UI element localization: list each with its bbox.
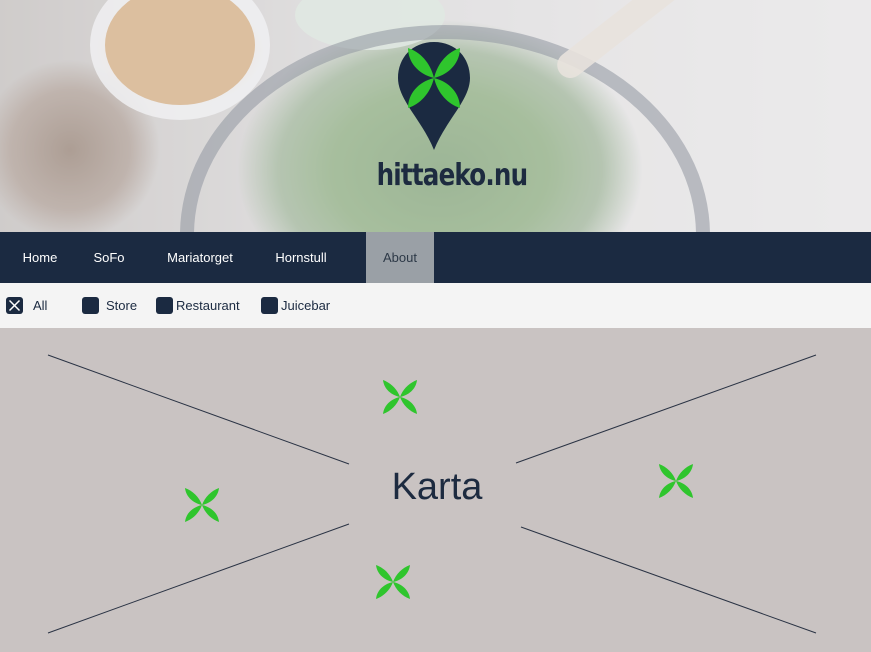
filter-all[interactable]: All bbox=[6, 296, 47, 315]
logo-pin-icon bbox=[398, 42, 470, 150]
nav-item-about[interactable]: About bbox=[366, 232, 434, 283]
nav-item-mariatorget[interactable]: Mariatorget bbox=[158, 232, 242, 283]
filter-bar: All Store Restaurant Juicebar bbox=[0, 283, 871, 328]
leaf-marker-icon[interactable] bbox=[657, 462, 695, 500]
filter-label-store: Store bbox=[106, 298, 138, 313]
leaf-marker-icon[interactable] bbox=[183, 486, 221, 524]
filter-store[interactable]: Store bbox=[82, 296, 137, 315]
filter-label-restaurant: Restaurant bbox=[176, 298, 240, 313]
nav-item-hornstull[interactable]: Hornstull bbox=[264, 232, 338, 283]
checkbox-checked-icon[interactable] bbox=[6, 297, 23, 314]
filter-juicebar[interactable]: Juicebar bbox=[261, 296, 330, 315]
nav-item-sofo[interactable]: SoFo bbox=[82, 232, 136, 283]
checkbox-icon[interactable] bbox=[82, 297, 99, 314]
hero-banner: hittaeko.nu bbox=[0, 0, 871, 232]
brand-name: hittaeko.nu bbox=[376, 158, 529, 193]
nav-item-home[interactable]: Home bbox=[12, 232, 68, 283]
map-label: Karta bbox=[391, 466, 483, 508]
filter-restaurant[interactable]: Restaurant bbox=[156, 296, 240, 315]
leaf-marker-icon[interactable] bbox=[374, 563, 412, 601]
checkbox-icon[interactable] bbox=[261, 297, 278, 314]
checkbox-icon[interactable] bbox=[156, 297, 173, 314]
filter-label-juicebar: Juicebar bbox=[281, 298, 331, 313]
main-nav: Home SoFo Mariatorget Hornstull About bbox=[0, 232, 871, 283]
map-placeholder[interactable]: Karta bbox=[0, 328, 871, 652]
leaf-marker-icon[interactable] bbox=[381, 378, 419, 416]
filter-label-all: All bbox=[33, 298, 48, 313]
